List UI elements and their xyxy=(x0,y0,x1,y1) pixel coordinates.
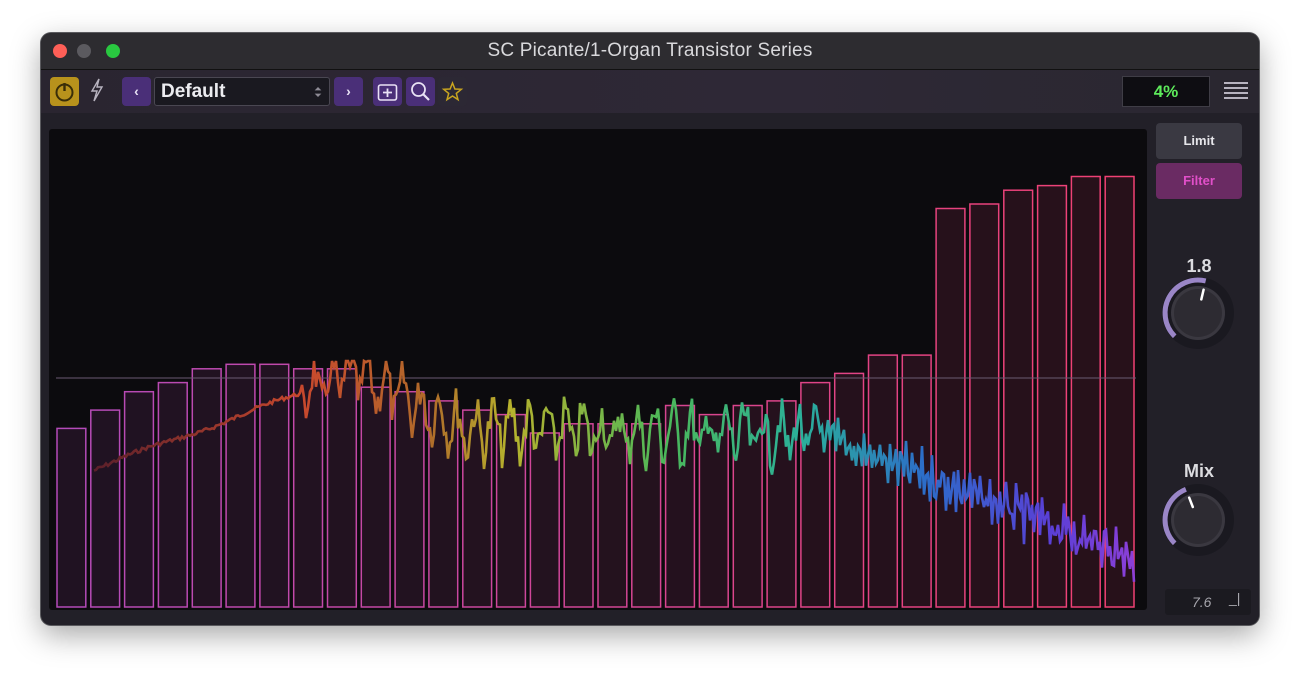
search-icon xyxy=(411,82,430,101)
save-preset-button[interactable] xyxy=(373,77,402,106)
band-bar[interactable] xyxy=(800,381,831,608)
power-icon xyxy=(55,83,74,102)
bolt-icon[interactable] xyxy=(87,78,107,106)
mix-knob[interactable] xyxy=(1155,477,1241,563)
folder-add-icon xyxy=(377,84,398,101)
preset-selector[interactable]: Default xyxy=(154,77,330,106)
spectrum-display[interactable] xyxy=(49,129,1147,610)
band-bar[interactable] xyxy=(969,203,1000,608)
band-bar[interactable] xyxy=(1036,184,1068,608)
band-bar[interactable] xyxy=(597,423,628,608)
band-bar[interactable] xyxy=(664,404,696,608)
preset-name: Default xyxy=(161,81,226,102)
band-bar[interactable] xyxy=(90,409,121,608)
search-preset-button[interactable] xyxy=(406,77,435,106)
cpu-meter: 4% xyxy=(1122,76,1210,107)
band-bar[interactable] xyxy=(123,390,155,608)
updown-chevron-icon xyxy=(314,87,322,97)
plugin-window: SC Picante/1-Organ Transistor Series ‹ D… xyxy=(41,33,1259,625)
band-bar[interactable] xyxy=(360,386,391,608)
next-preset-button[interactable]: › xyxy=(334,77,363,106)
band-bar[interactable] xyxy=(326,368,358,608)
amount-knob[interactable] xyxy=(1155,270,1241,356)
limit-mode-button[interactable]: Limit xyxy=(1156,123,1242,159)
band-bar[interactable] xyxy=(56,427,87,608)
band-bar[interactable] xyxy=(157,381,188,608)
band-bar[interactable] xyxy=(631,423,662,608)
band-bar[interactable] xyxy=(901,354,932,608)
star-icon xyxy=(441,80,464,102)
band-bar[interactable] xyxy=(1003,189,1034,608)
filter-mode-button[interactable]: Filter xyxy=(1156,163,1242,199)
band-bar[interactable] xyxy=(833,372,865,608)
spectrum-graph[interactable] xyxy=(49,129,1147,610)
title-bar: SC Picante/1-Organ Transistor Series xyxy=(41,33,1259,70)
band-bar[interactable] xyxy=(867,354,899,608)
band-bar[interactable] xyxy=(698,413,729,608)
band-bar[interactable] xyxy=(191,368,222,608)
band-bar[interactable] xyxy=(935,207,966,608)
band-bars xyxy=(56,175,1135,608)
menu-icon[interactable] xyxy=(1224,79,1248,105)
previous-preset-button[interactable]: ‹ xyxy=(122,77,151,106)
power-button[interactable] xyxy=(50,77,79,106)
toolbar: ‹ Default › 4% xyxy=(41,70,1259,113)
version-display: 7.6 _| xyxy=(1165,589,1251,615)
window-title: SC Picante/1-Organ Transistor Series xyxy=(487,40,813,61)
band-bar[interactable] xyxy=(225,363,256,608)
version-label: 7.6 xyxy=(1192,594,1212,610)
resize-handle[interactable]: _| xyxy=(1229,585,1240,611)
band-bar[interactable] xyxy=(1104,175,1135,608)
side-panel: Limit Filter 1.8 Mix 7.6 _| xyxy=(1147,113,1259,625)
band-bar[interactable] xyxy=(766,400,797,608)
favorite-button[interactable] xyxy=(438,77,467,106)
